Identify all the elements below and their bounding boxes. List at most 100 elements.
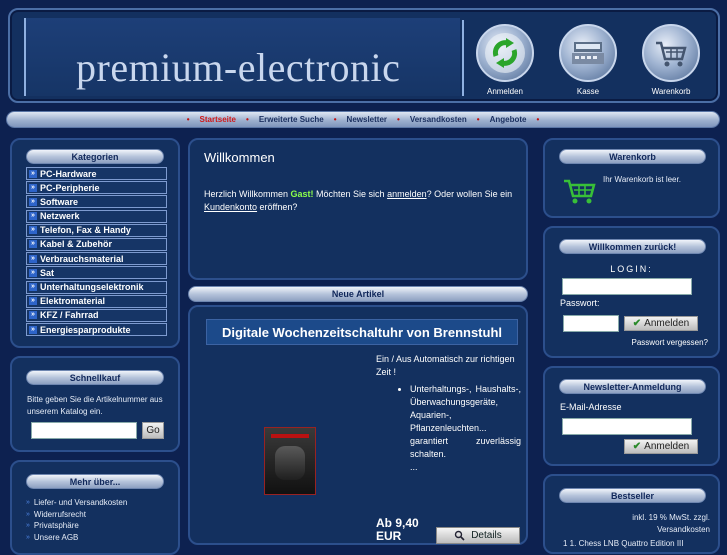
more-info-list: » Liefer- und Versandkosten » Widerrufsrec… (26, 497, 127, 543)
category-label: KFZ / Fahrrad (40, 310, 99, 321)
category-software[interactable]: » Software (26, 195, 167, 209)
header-cart-button[interactable]: Warenkorb (636, 24, 706, 104)
newsletter-submit-button[interactable]: ✔ Anmelden (624, 439, 698, 454)
quickbuy-title: Schnellkauf (26, 370, 164, 385)
category-telefon[interactable]: » Telefon, Fax & Handy (26, 223, 167, 237)
link-label: Widerrufsrecht (33, 509, 86, 519)
arrow-right-icon: » (29, 226, 37, 235)
arrow-right-icon: » (26, 510, 30, 518)
site-header: premium-electronic Anmelden Kasse Warenk… (8, 8, 720, 103)
login-arrows-icon (476, 24, 534, 82)
details-label: Details (471, 530, 502, 541)
category-label: Software (40, 196, 79, 207)
header-login-label: Anmelden (486, 87, 524, 96)
product-price: Ab 9,40 EUR (376, 517, 419, 543)
nav-item-newsletter[interactable]: Newsletter (347, 115, 387, 124)
product-title[interactable]: Digitale Wochenzeitschaltuhr von Brennst… (206, 319, 518, 345)
header-login-button[interactable]: Anmelden (470, 24, 540, 104)
logo-area[interactable]: premium-electronic (24, 18, 460, 96)
login-panel: Willkommen zurück! LOGIN: Passwort: ✔ An… (543, 226, 720, 358)
category-kfz[interactable]: » KFZ / Fahrrad (26, 308, 167, 322)
arrow-right-icon: » (29, 240, 37, 249)
checkmark-icon: ✔ (632, 318, 642, 329)
newsletter-email-input[interactable] (562, 418, 692, 435)
main-navigation: • Startseite • Erweiterte Suche • Newsle… (6, 111, 720, 128)
arrow-right-icon: » (29, 311, 37, 320)
new-articles-title: Neue Artikel (188, 286, 528, 302)
cash-register-icon (559, 24, 617, 82)
quickbuy-panel: Schnellkauf Bitte geben Sie die Artikeln… (10, 356, 180, 452)
product-description-intro: Ein / Aus Automatisch zur richtigen Zeit… (376, 354, 515, 377)
category-kabel[interactable]: » Kabel & Zubehör (26, 237, 167, 251)
article-number-input[interactable] (31, 422, 137, 439)
cart-panel: Warenkorb Ihr Warenkorb ist leer. (543, 138, 720, 218)
forgot-password-link[interactable]: Passwort vergessen? (632, 338, 708, 347)
category-list: » PC-Hardware » PC-Peripherie » Software » N… (26, 167, 167, 337)
nav-bullet: • (476, 115, 480, 124)
product-image-body (275, 446, 305, 480)
login-email-input[interactable] (562, 278, 692, 295)
category-unterhaltungselektronik[interactable]: » Unterhaltungselektronik (26, 280, 167, 294)
price-currency: EUR (376, 529, 402, 543)
guest-label: Gast! (290, 189, 314, 199)
vat-text: inkl. 19 % MwSt. zzgl. (632, 513, 710, 522)
arrow-right-icon: » (29, 169, 37, 178)
nav-item-offers[interactable]: Angebote (490, 115, 527, 124)
nav-item-home[interactable]: Startseite (200, 115, 236, 124)
quickbuy-go-button[interactable]: Go (142, 422, 164, 439)
arrow-right-icon: » (29, 268, 37, 277)
category-pc-hardware[interactable]: » PC-Hardware (26, 167, 167, 180)
category-energiespar[interactable]: » Energiesparprodukte (26, 323, 167, 337)
nav-bullet: • (246, 115, 249, 124)
link-shipping[interactable]: » Liefer- und Versandkosten (26, 497, 127, 509)
create-account-link[interactable]: Kundenkonto (204, 202, 257, 212)
link-privacy[interactable]: » Privatsphäre (26, 520, 127, 532)
bestseller-item[interactable]: 1 1. Chess LNB Quattro Edition III (563, 538, 684, 550)
product-image[interactable] (264, 427, 316, 495)
password-label: Passwort: (560, 298, 600, 308)
category-netzwerk[interactable]: » Netzwerk (26, 209, 167, 223)
site-logo[interactable]: premium-electronic (76, 44, 400, 91)
link-withdrawal[interactable]: » Widerrufsrecht (26, 509, 127, 521)
link-terms[interactable]: » Unsere AGB (26, 532, 127, 544)
category-label: Elektromaterial (40, 296, 106, 307)
category-label: Unterhaltungselektronik (40, 282, 144, 292)
arrow-right-icon: » (29, 212, 37, 221)
welcome-text-part: eröffnen? (257, 202, 298, 212)
category-sat[interactable]: » Sat (26, 266, 167, 280)
nav-item-advanced-search[interactable]: Erweiterte Suche (259, 115, 324, 124)
product-feature-item: Unterhaltungs-, Haushalts-, Überwachungs… (410, 383, 521, 461)
header-cart-label: Warenkorb (651, 87, 691, 96)
product-description-more: ... (410, 462, 418, 472)
login-submit-label: Anmelden (644, 318, 690, 329)
link-label: Unsere AGB (33, 532, 79, 542)
cart-title: Warenkorb (559, 149, 706, 164)
login-submit-button[interactable]: ✔ Anmelden (624, 316, 698, 331)
header-checkout-button[interactable]: Kasse (553, 24, 623, 104)
cart-empty-text: Ihr Warenkorb ist leer. (603, 175, 681, 184)
checkmark-icon: ✔ (632, 441, 642, 452)
categories-panel: Kategorien » PC-Hardware » PC-Peripherie »… (10, 138, 180, 348)
login-link[interactable]: anmelden (387, 189, 427, 199)
arrow-right-icon: » (29, 254, 37, 263)
category-label: PC-Hardware (40, 168, 97, 179)
nav-bullet: • (333, 115, 337, 124)
login-panel-title: Willkommen zurück! (559, 239, 706, 254)
category-label: Kabel & Zubehör (40, 239, 113, 250)
bestseller-vat-note: inkl. 19 % MwSt. zzgl. Versandkosten (632, 512, 710, 536)
category-elektromaterial[interactable]: » Elektromaterial (26, 294, 167, 308)
product-description: Ein / Aus Automatisch zur richtigen Zeit… (376, 353, 521, 474)
nav-item-shipping[interactable]: Versandkosten (410, 115, 467, 124)
new-article-card: Digitale Wochenzeitschaltuhr von Brennst… (188, 305, 528, 545)
password-input[interactable] (563, 315, 619, 332)
category-pc-peripherie[interactable]: » PC-Peripherie (26, 181, 167, 195)
welcome-title: Willkommen (204, 150, 275, 165)
bestseller-panel: Bestseller inkl. 19 % MwSt. zzgl. Versan… (543, 474, 720, 554)
shopping-cart-icon[interactable] (563, 178, 597, 206)
arrow-right-icon: » (29, 325, 37, 334)
shipping-text[interactable]: Versandkosten (632, 524, 710, 536)
category-verbrauchsmaterial[interactable]: » Verbrauchsmaterial (26, 252, 167, 266)
welcome-text-part: ? Oder wollen Sie ein (426, 189, 513, 199)
arrow-right-icon: » (26, 522, 30, 529)
product-details-button[interactable]: Details (436, 527, 520, 544)
